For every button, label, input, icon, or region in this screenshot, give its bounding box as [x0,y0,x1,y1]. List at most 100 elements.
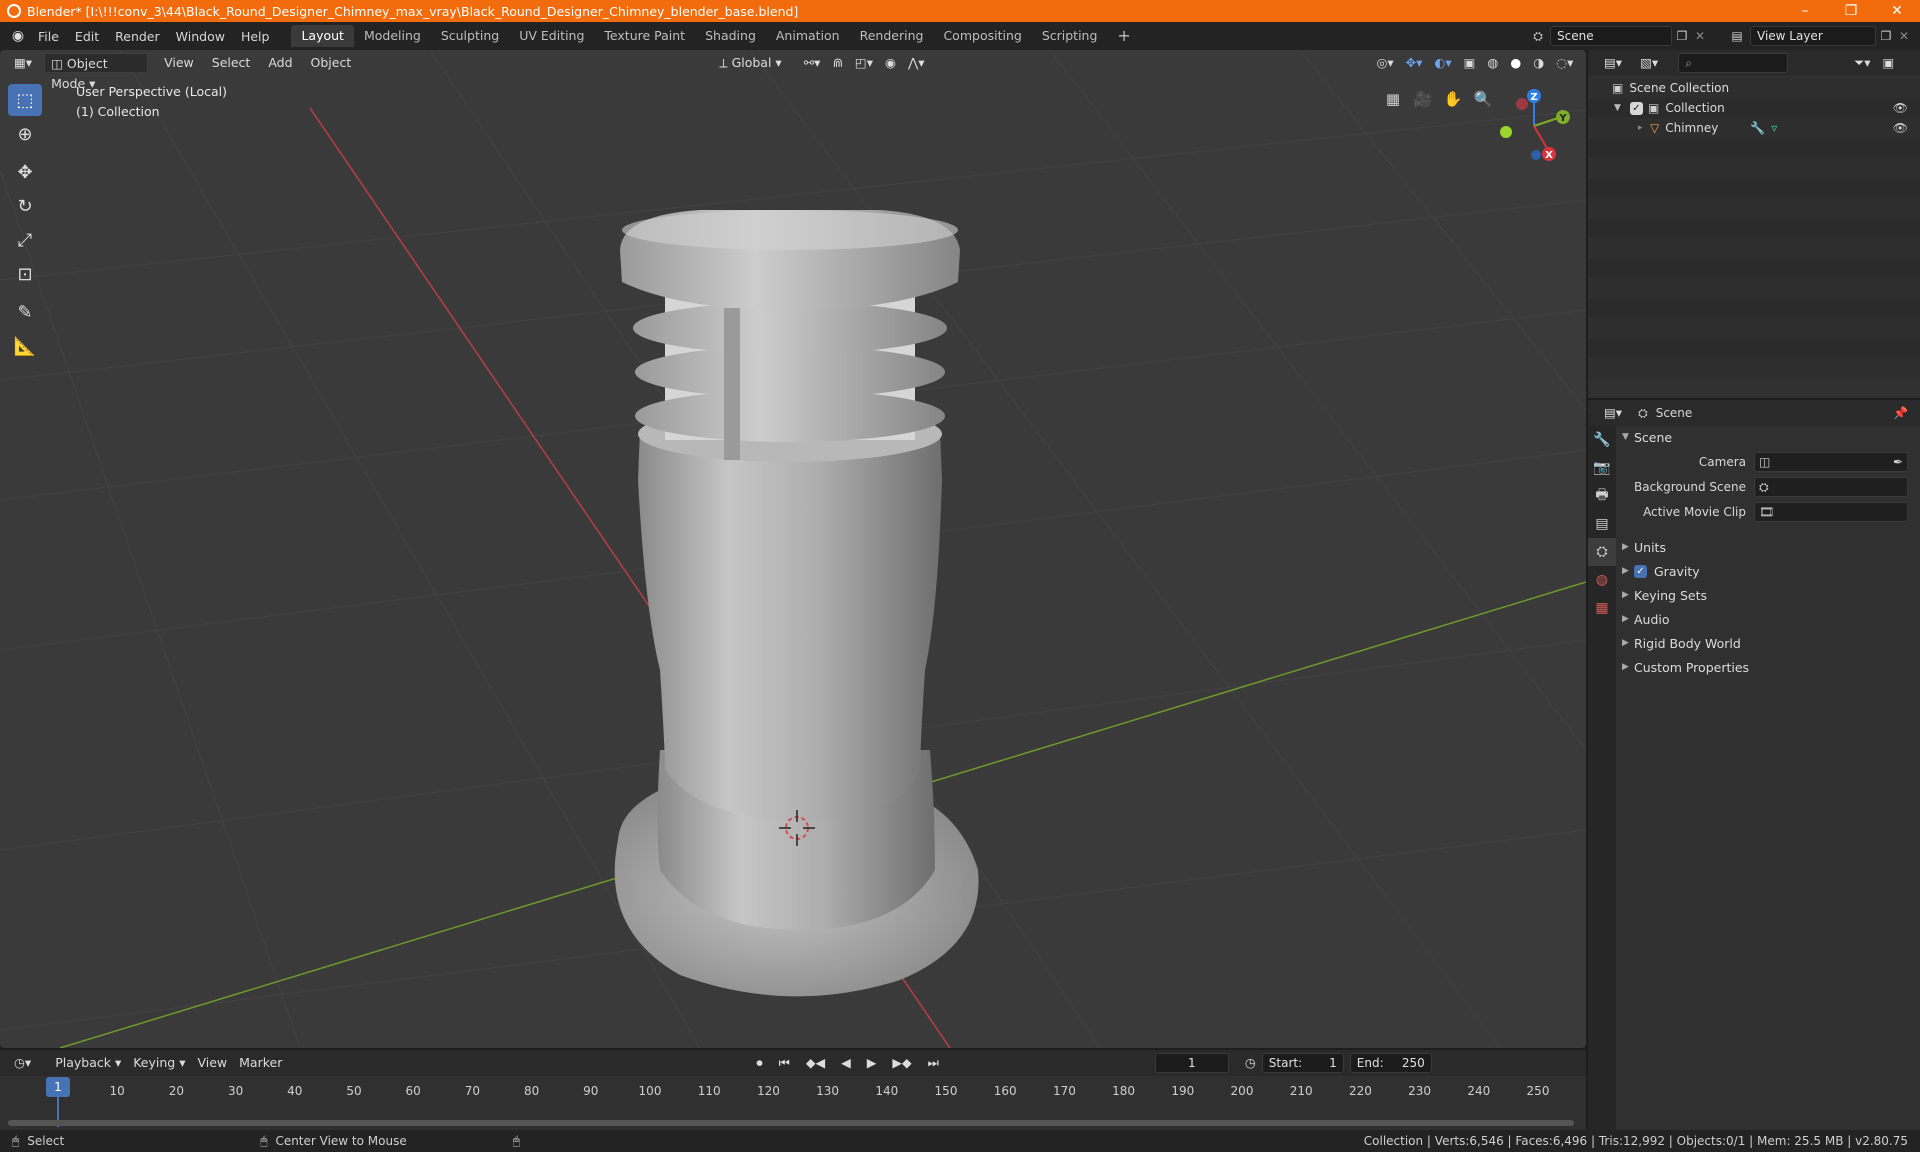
tab-sculpting[interactable]: Sculpting [431,25,509,47]
delete-view-layer-icon[interactable]: ✕ [1896,29,1912,43]
filter-icon[interactable]: ⏷▾ [1848,53,1876,73]
rendered-shading-icon[interactable]: ◌▾ [1550,53,1579,73]
menu-help[interactable]: Help [233,29,278,44]
menu-keying[interactable]: Keying ▾ [127,1053,191,1073]
scene-section-header[interactable]: ▼ Scene [1622,426,1916,448]
menu-playback[interactable]: Playback ▾ [49,1053,127,1073]
new-collection-icon[interactable]: ▣ [1876,53,1900,73]
view-layer-tab-icon[interactable]: ▤ [1588,510,1616,538]
world-tab-icon[interactable]: ◍ [1588,566,1616,594]
menu-marker[interactable]: Marker [233,1053,288,1073]
tab-compositing[interactable]: Compositing [933,25,1031,47]
record-icon[interactable]: ⏺ [750,1053,768,1073]
background-scene-field[interactable]: ⛭ [1754,477,1908,497]
audio-section-header[interactable]: ▶ Audio [1622,608,1916,630]
jump-start-icon[interactable]: ⏮ [773,1053,796,1073]
proportional-edit-icon[interactable]: ◉ [879,53,902,73]
tab-layout[interactable]: Layout [291,25,354,47]
timeline-editor[interactable]: ◷▾ Playback ▾ Keying ▾ View Marker ⏺ ⏮ ◆… [0,1050,1586,1130]
annotate-tool-icon[interactable]: ✎ [8,296,42,328]
transform-tool-icon[interactable]: ⊡ [8,258,42,290]
editor-type-icon[interactable]: ▦▾ [8,53,38,73]
collection-visibility-icon[interactable]: 👁 [1893,101,1908,115]
outliner-row-scene-collection[interactable]: ▣ Scene Collection [1588,78,1920,98]
scene-tab-icon[interactable]: ⛭ [1588,538,1616,566]
solid-shading-icon[interactable]: ● [1504,53,1527,73]
keying-sets-section-header[interactable]: ▶ Keying Sets [1622,584,1916,606]
tab-modeling[interactable]: Modeling [354,25,431,47]
view-layer-icon[interactable]: ▤ [1724,29,1750,43]
menu-edit[interactable]: Edit [67,29,107,44]
transform-orientation[interactable]: ⟂ Global ▾ [713,53,787,73]
add-workspace-button[interactable]: + [1107,25,1140,47]
maximize-button[interactable]: ❐ [1828,0,1874,22]
select-box-tool-icon[interactable]: ⬚ [8,84,42,116]
chimney-expand-icon[interactable]: ▸ [1638,123,1650,133]
next-keyframe-icon[interactable]: ▶◆ [886,1053,917,1073]
move-tool-icon[interactable]: ✥ [8,156,42,188]
properties-editor-type-icon[interactable]: ▤▾ [1598,403,1628,423]
navigation-gizmo[interactable]: Z Y X [1500,89,1570,161]
3d-viewport[interactable]: Z Y X ▦▾ ◫ Object Mode ▾ View Select Add… [0,50,1586,1048]
close-button[interactable]: ✕ [1874,0,1920,22]
scene-field[interactable]: Scene [1550,26,1672,46]
tab-scripting[interactable]: Scripting [1032,25,1108,47]
blender-menu-icon[interactable]: ◉ [6,28,30,44]
custom-properties-section-header[interactable]: ▶ Custom Properties [1622,656,1916,678]
xray-icon[interactable]: ▣ [1458,53,1482,73]
gizmo-toggle-icon[interactable]: ✥▾ [1400,53,1429,73]
mode-selector[interactable]: ◫ Object Mode ▾ [44,53,149,91]
mesh-data-icon[interactable]: ▿ [1771,121,1777,135]
zoom-view-icon[interactable]: 🔍 [1470,86,1496,112]
rotate-tool-icon[interactable]: ↻ [8,190,42,222]
output-tab-icon[interactable]: 🖶 [1588,482,1616,510]
minimize-button[interactable]: – [1782,0,1828,22]
overlays-icon[interactable]: ◐▾ [1428,53,1457,73]
ortho-toggle-icon[interactable]: ▦ [1380,86,1406,112]
eyedropper-icon[interactable]: ✒ [1893,455,1903,469]
scene-icon[interactable]: ⛭ [1526,29,1550,44]
play-icon[interactable]: ▶ [861,1053,883,1073]
outliner-editor-type-icon[interactable]: ▤▾ [1598,53,1628,73]
active-movie-clip-field[interactable]: 🎞 [1754,502,1908,522]
modifier-icon[interactable]: 🔧 [1750,121,1765,135]
timeline-editor-type-icon[interactable]: ◷▾ [8,1053,37,1073]
menu-file[interactable]: File [30,29,67,44]
new-scene-icon[interactable]: ❐ [1672,29,1692,43]
rigid-body-world-section-header[interactable]: ▶ Rigid Body World [1622,632,1916,654]
render-tab-icon[interactable]: 📷 [1588,454,1616,482]
texture-tab-icon[interactable]: ▦ [1588,594,1616,622]
outliner-row-collection[interactable]: ▼ ✓ ▣ Collection 👁 [1588,98,1920,118]
menu-window[interactable]: Window [168,29,233,44]
scale-tool-icon[interactable]: ⤢ [8,224,42,256]
outliner-search[interactable]: ⌕ [1678,53,1789,73]
chimney-visibility-icon[interactable]: 👁 [1893,121,1908,135]
tab-uv-editing[interactable]: UV Editing [509,25,594,47]
wireframe-shading-icon[interactable]: ◍ [1481,53,1504,73]
gravity-section-header[interactable]: ▶ ✓ Gravity [1622,560,1916,582]
playhead-indicator[interactable]: 1 [46,1077,70,1097]
falloff-icon[interactable]: ⋀▾ [902,53,931,73]
current-frame-field[interactable]: 1 [1154,1053,1229,1073]
menu-view[interactable]: View [158,53,200,73]
pin-icon[interactable]: 📌 [1893,406,1908,420]
end-frame-field[interactable]: End: 250 [1349,1053,1432,1073]
material-shading-icon[interactable]: ◑ [1527,53,1550,73]
cursor-tool-icon[interactable]: ⊕ [8,118,42,150]
camera-view-icon[interactable]: 🎥 [1410,86,1436,112]
visibility-icon[interactable]: ◎▾ [1370,53,1399,73]
chimney-model[interactable] [614,210,979,997]
menu-object[interactable]: Object [305,53,358,73]
new-view-layer-icon[interactable]: ❐ [1876,29,1896,43]
tab-rendering[interactable]: Rendering [850,25,934,47]
tool-tab-icon[interactable]: 🔧 [1588,426,1616,454]
play-reverse-icon[interactable]: ◀ [835,1053,857,1073]
gravity-checkbox[interactable]: ✓ [1634,564,1647,578]
display-mode-icon[interactable]: ▧▾ [1634,53,1664,73]
tab-texture-paint[interactable]: Texture Paint [594,25,695,47]
view-layer-field[interactable]: View Layer [1750,26,1876,46]
menu-render[interactable]: Render [107,29,168,44]
snap-icon[interactable]: ⋒ [826,53,848,73]
delete-scene-icon[interactable]: ✕ [1692,29,1708,43]
units-section-header[interactable]: ▶ Units [1622,536,1916,558]
